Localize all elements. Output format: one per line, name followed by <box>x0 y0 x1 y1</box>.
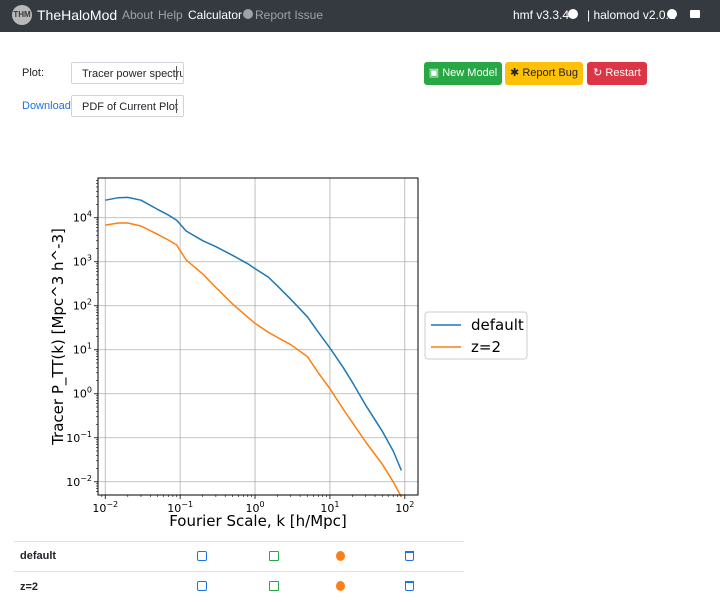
y-tick-label: 103 <box>73 254 92 269</box>
trash-icon[interactable] <box>405 551 414 561</box>
y-tick-label: 104 <box>73 210 92 225</box>
model-name: z=2 <box>20 581 39 593</box>
trash-icon[interactable] <box>405 581 414 591</box>
y-tick-label: 10−2 <box>66 474 92 489</box>
bug-icon[interactable] <box>336 581 345 591</box>
table-divider <box>14 571 464 572</box>
model-name: default <box>20 550 57 562</box>
edit-icon[interactable] <box>197 551 207 561</box>
plus-square-icon[interactable] <box>269 581 279 591</box>
bug-icon[interactable] <box>336 551 345 561</box>
x-tick-label: 102 <box>395 500 414 515</box>
table-divider <box>14 541 464 542</box>
plus-square-icon[interactable] <box>269 551 279 561</box>
x-axis-label: Fourier Scale, k [h/Mpc] <box>169 512 347 530</box>
y-tick-label: 10−1 <box>66 430 92 445</box>
series-line-2 <box>105 222 403 498</box>
y-tick-label: 102 <box>73 298 92 313</box>
legend-label-2: z=2 <box>471 338 501 356</box>
x-tick-label: 10−2 <box>92 500 118 515</box>
power-spectrum-chart: 10−2 10−1 100 101 10210−210−1100101102103104… <box>49 177 528 530</box>
edit-icon[interactable] <box>197 581 207 591</box>
y-axis-label: Tracer P_TT(k) [Mpc^3 h^-3] <box>49 228 68 446</box>
y-tick-label: 101 <box>73 342 92 357</box>
legend-label-1: default <box>471 316 524 334</box>
y-tick-label: 100 <box>73 386 92 401</box>
